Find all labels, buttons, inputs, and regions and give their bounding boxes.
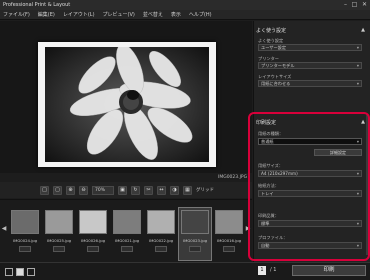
thumbnail-checkbox[interactable] — [155, 246, 167, 252]
flip-icon[interactable]: ↔ — [157, 185, 166, 195]
menu-help[interactable]: ヘルプ(H) — [189, 11, 212, 18]
thumbnail[interactable]: IMG0024.jpg — [9, 208, 41, 260]
filmstrip: ◀ IMG0024.jpg IMG0025.jpg IMG0026.jpg IM… — [0, 199, 252, 262]
print-button[interactable]: 印刷 — [292, 265, 366, 276]
filmstrip-left-arrow[interactable]: ◀ — [1, 222, 7, 236]
thumbnail-selected[interactable]: IMG0023.jpg — [178, 207, 212, 261]
thumbnail-checkbox[interactable] — [121, 246, 133, 252]
thumbnail-caption: IMG0026.jpg — [80, 238, 106, 243]
printer-select[interactable]: プリンターモデル — [258, 62, 362, 69]
thumbnail[interactable]: IMG0021.jpg — [111, 208, 143, 260]
menu-preview[interactable]: プレビュー(V) — [103, 11, 135, 18]
menu-file[interactable]: ファイル(F) — [3, 11, 30, 18]
crop-icon[interactable]: ✂ — [144, 185, 153, 195]
single-page-icon[interactable]: ▢ — [53, 185, 62, 195]
grid-icon[interactable]: ▦ — [183, 185, 192, 195]
page-number-field[interactable]: 1 — [258, 266, 266, 275]
layout-grid-icon[interactable] — [16, 268, 24, 276]
title-bar: Professional Print & Layout – □ ✕ — [0, 0, 370, 10]
zoom-select[interactable]: 70% — [92, 185, 114, 195]
layout-single-icon[interactable] — [5, 268, 13, 276]
rotate-icon[interactable]: ↻ — [131, 185, 140, 195]
thumbnail-checkbox[interactable] — [19, 246, 31, 252]
thumbnail[interactable]: IMG0026.jpg — [77, 208, 109, 260]
thumbnail-caption: IMG0022.jpg — [148, 238, 174, 243]
favorite-settings-header[interactable]: よく使う設定 ▲ — [256, 27, 368, 35]
thumbnail[interactable]: IMG0025.jpg — [43, 208, 75, 260]
zoom-out-icon[interactable]: ⊖ — [79, 185, 88, 195]
thumbnail-checkbox[interactable] — [87, 246, 99, 252]
close-button[interactable]: ✕ — [360, 1, 369, 8]
menu-layout[interactable]: レイアウト(L) — [63, 11, 95, 18]
minimize-button[interactable]: – — [341, 1, 350, 8]
preview-toolbar: □ ▢ ⊕ ⊖ 70% ▣ ↻ ✂ ↔ ◑ ▦ グリッド — [0, 182, 252, 198]
preview-filename: IMG0023.JPG — [218, 175, 248, 180]
color-icon[interactable]: ◑ — [170, 185, 179, 195]
layout-list-icon[interactable] — [27, 268, 35, 276]
thumbnail[interactable]: IMG0016.jpg — [213, 208, 245, 260]
thumbnail-checkbox[interactable] — [189, 246, 201, 252]
print-settings-highlight — [248, 112, 370, 261]
menu-view[interactable]: 表示 — [171, 11, 181, 18]
page-total: / 1 — [270, 267, 277, 273]
thumbnail-caption: IMG0025.jpg — [46, 238, 72, 243]
menu-edit[interactable]: 編集(E) — [38, 11, 55, 18]
layout-size-select[interactable]: 用紙に合わせる — [258, 80, 362, 87]
zoom-in-icon[interactable]: ⊕ — [66, 185, 75, 195]
thumbnail-caption: IMG0021.jpg — [114, 238, 140, 243]
favorite-settings-select[interactable]: ユーザー設定 — [258, 44, 362, 51]
maximize-button[interactable]: □ — [350, 1, 359, 8]
preview-photo[interactable] — [45, 47, 209, 162]
thumbnail[interactable]: IMG0022.jpg — [145, 208, 177, 260]
thumbnail-caption: IMG0016.jpg — [216, 238, 242, 243]
thumbnail-checkbox[interactable] — [53, 246, 65, 252]
thumbnail-caption: IMG0023.jpg — [182, 238, 208, 243]
menu-sort[interactable]: 並べ替え — [143, 11, 163, 18]
menu-bar: ファイル(F) 編集(E) レイアウト(L) プレビュー(V) 並べ替え 表示 … — [0, 10, 370, 20]
window-title: Professional Print & Layout — [3, 2, 71, 8]
fit-icon[interactable]: ▣ — [118, 185, 127, 195]
thumbnail-checkbox[interactable] — [223, 246, 235, 252]
grid-label: グリッド — [196, 188, 214, 193]
page-icon[interactable]: □ — [40, 185, 49, 195]
thumbnail-caption: IMG0024.jpg — [12, 238, 38, 243]
